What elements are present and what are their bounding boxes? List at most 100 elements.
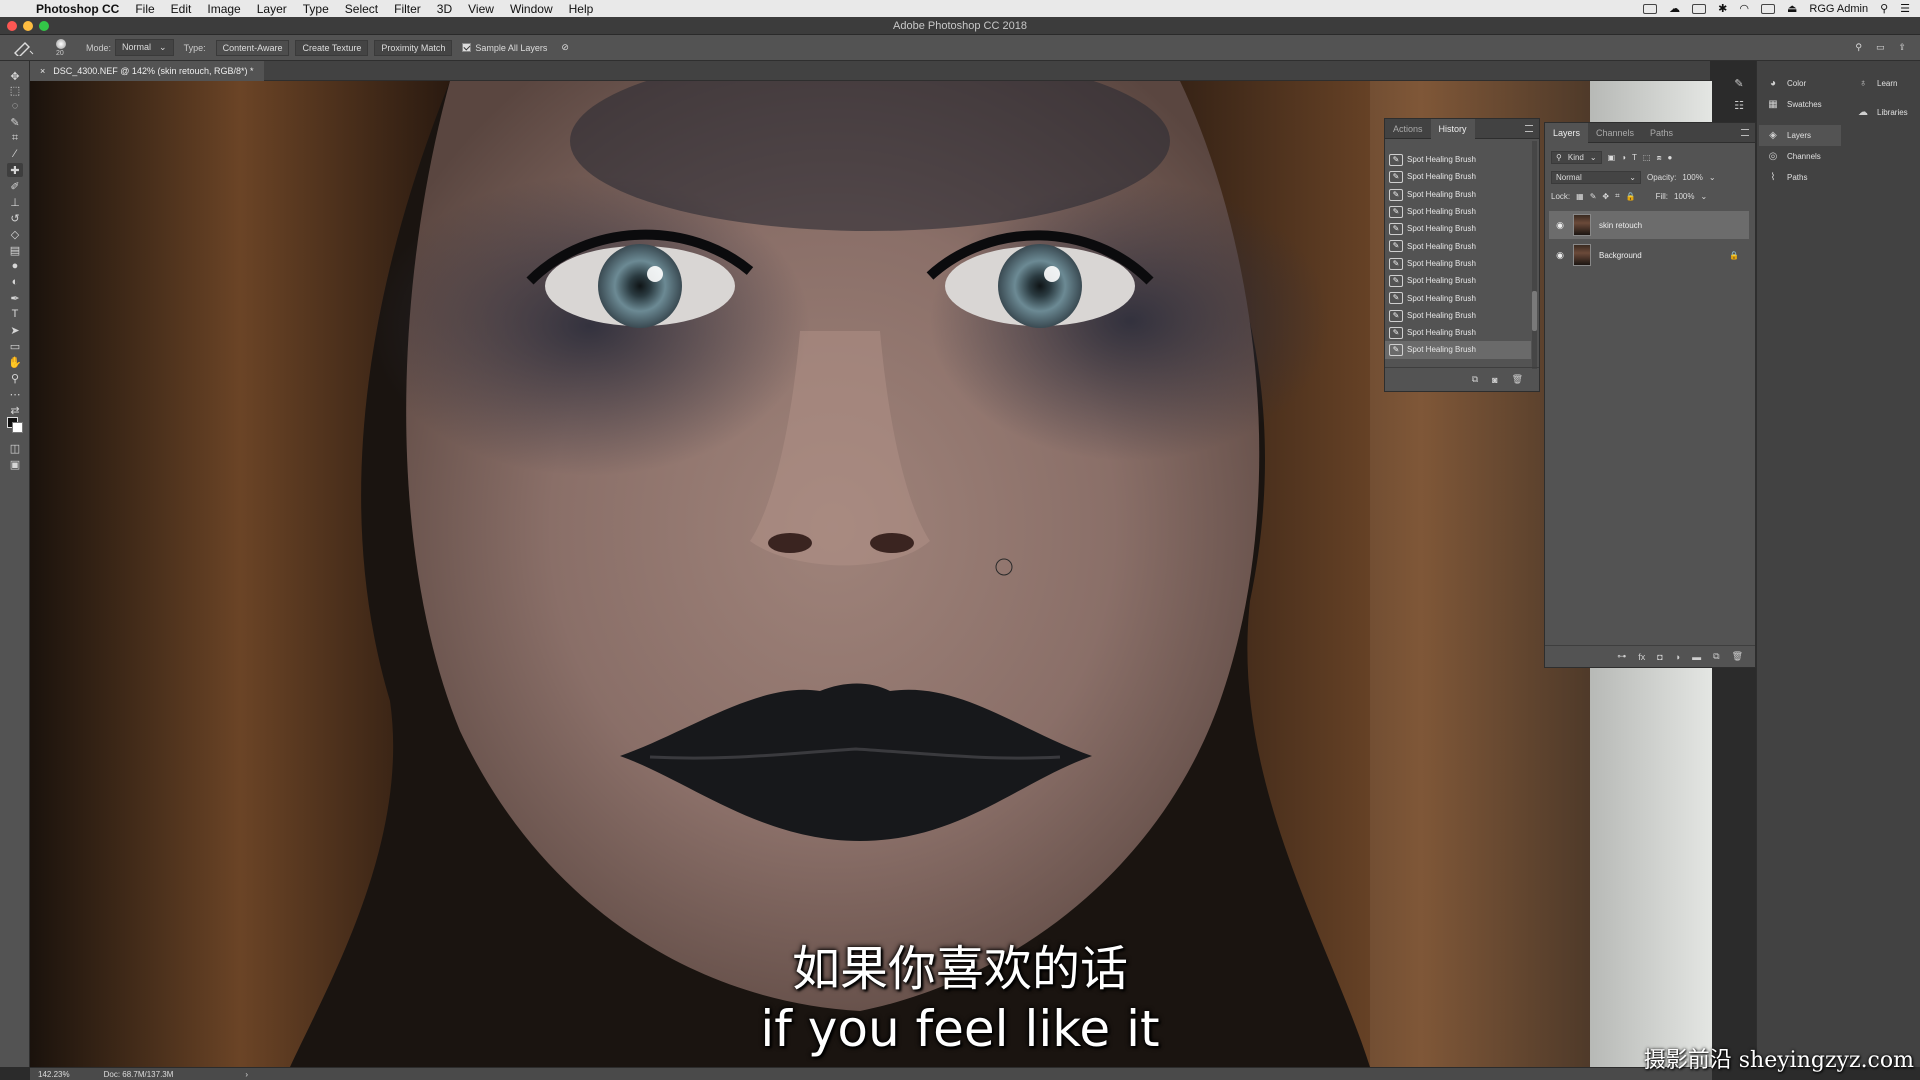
history-item[interactable]: ✎ Spot Healing Brush bbox=[1385, 324, 1531, 341]
panel-paths[interactable]: ⌇ Paths bbox=[1759, 167, 1841, 188]
filter-toggle-icon[interactable]: ● bbox=[1668, 153, 1673, 162]
panel-layers[interactable]: ◈ Layers bbox=[1759, 125, 1841, 146]
lock-icon[interactable]: 🔒 bbox=[1729, 251, 1739, 260]
tab-history[interactable]: History bbox=[1430, 118, 1475, 139]
brush-size-picker[interactable]: 20 bbox=[48, 37, 76, 59]
workspace-icon[interactable]: ▭ bbox=[1876, 42, 1885, 53]
properties-icon[interactable]: ☷ bbox=[1730, 99, 1748, 117]
dodge-tool-icon[interactable]: ◐ bbox=[7, 275, 23, 289]
history-brush-tool-icon[interactable]: ↺ bbox=[7, 211, 23, 225]
bluetooth-icon[interactable]: ✱ bbox=[1718, 2, 1727, 15]
menu-3d[interactable]: 3D bbox=[437, 2, 452, 16]
menu-image[interactable]: Image bbox=[207, 2, 240, 16]
creative-cloud-icon[interactable]: ☁ bbox=[1669, 2, 1680, 15]
filter-smart-object-icon[interactable]: ⧈ bbox=[1656, 153, 1661, 163]
marquee-tool-icon[interactable]: ⬚ bbox=[7, 83, 23, 97]
panel-channels[interactable]: ◎ Channels bbox=[1759, 146, 1841, 167]
display-status-icon[interactable] bbox=[1692, 3, 1707, 14]
layer-style-fx-icon[interactable]: fx bbox=[1638, 652, 1645, 662]
visibility-eye-icon[interactable]: ◉ bbox=[1553, 250, 1567, 261]
quick-selection-tool-icon[interactable]: ✎ bbox=[7, 115, 23, 129]
pressure-size-icon[interactable]: ⊘ bbox=[561, 42, 569, 53]
new-layer-icon[interactable]: ⧉ bbox=[1713, 651, 1719, 662]
history-item[interactable]: ✎ Spot Healing Brush bbox=[1385, 272, 1531, 289]
panel-menu-icon[interactable] bbox=[1741, 129, 1749, 136]
history-scrollbar[interactable] bbox=[1532, 141, 1537, 369]
panel-color[interactable]: ◕ Color bbox=[1759, 73, 1841, 94]
tab-layers[interactable]: Layers bbox=[1545, 122, 1589, 143]
fill-value[interactable]: 100% bbox=[1674, 192, 1694, 201]
menu-file[interactable]: File bbox=[135, 2, 154, 16]
tab-paths[interactable]: Paths bbox=[1642, 123, 1681, 143]
swap-colors-icon[interactable]: ⇄ bbox=[7, 403, 23, 417]
lock-all-icon[interactable]: 🔒 bbox=[1626, 192, 1636, 201]
menu-select[interactable]: Select bbox=[345, 2, 378, 16]
filter-adjustment-icon[interactable]: ◑ bbox=[1621, 153, 1626, 162]
eject-icon[interactable]: ⏏ bbox=[1787, 2, 1797, 15]
tool-preset-picker[interactable] bbox=[6, 38, 40, 58]
blur-tool-icon[interactable]: ● bbox=[7, 259, 23, 273]
crop-tool-icon[interactable]: ⌗ bbox=[7, 131, 23, 145]
opacity-value[interactable]: 100% bbox=[1682, 173, 1702, 182]
airplay-icon[interactable] bbox=[1760, 3, 1775, 14]
history-item[interactable]: ✎ Spot Healing Brush bbox=[1385, 289, 1531, 306]
history-scroll-thumb[interactable] bbox=[1532, 291, 1537, 331]
filter-shape-icon[interactable]: ⬚ bbox=[1643, 153, 1651, 162]
move-tool-icon[interactable]: ✥ bbox=[7, 69, 23, 83]
lasso-tool-icon[interactable]: ◌ bbox=[7, 99, 23, 113]
adjustment-layer-icon[interactable]: ◑ bbox=[1675, 652, 1680, 662]
document-size[interactable]: Doc: 68.7M/137.3M bbox=[104, 1070, 174, 1079]
history-item-current[interactable]: ✎ Spot Healing Brush bbox=[1385, 341, 1531, 359]
search-icon[interactable]: ⚲ bbox=[1855, 42, 1862, 53]
brush-tool-icon[interactable]: ✐ bbox=[7, 179, 23, 193]
blend-mode-select[interactable]: Normal ⌄ bbox=[1551, 171, 1641, 184]
path-selection-tool-icon[interactable]: ➤ bbox=[7, 323, 23, 337]
status-arrow-icon[interactable]: › bbox=[245, 1070, 248, 1079]
eraser-tool-icon[interactable]: ◇ bbox=[7, 227, 23, 241]
layer-row-background[interactable]: ◉ Background 🔒 bbox=[1549, 241, 1749, 269]
eyedropper-tool-icon[interactable]: ⁄ bbox=[7, 147, 23, 161]
screen-mode-icon[interactable]: ▣ bbox=[7, 457, 23, 471]
app-menu[interactable]: Photoshop CC bbox=[36, 2, 119, 16]
create-texture-button[interactable]: Create Texture bbox=[295, 39, 369, 56]
menu-filter[interactable]: Filter bbox=[394, 2, 421, 16]
minimize-window-button[interactable] bbox=[23, 21, 33, 31]
new-document-from-state-icon[interactable]: ⧉ bbox=[1472, 374, 1478, 385]
panel-learn[interactable]: ♁ Learn bbox=[1849, 73, 1919, 94]
snapshot-camera-icon[interactable]: ◙ bbox=[1492, 375, 1497, 385]
menu-type[interactable]: Type bbox=[303, 2, 329, 16]
history-item[interactable]: ✎ Spot Healing Brush bbox=[1385, 255, 1531, 272]
menu-layer[interactable]: Layer bbox=[257, 2, 287, 16]
type-tool-icon[interactable]: T bbox=[7, 307, 23, 321]
panel-swatches[interactable]: ▦ Swatches bbox=[1759, 94, 1841, 115]
link-layers-icon[interactable]: ⊶ bbox=[1617, 651, 1626, 662]
panel-menu-icon[interactable] bbox=[1525, 125, 1533, 132]
share-icon[interactable]: ⇪ bbox=[1898, 42, 1906, 53]
menu-edit[interactable]: Edit bbox=[171, 2, 192, 16]
new-group-folder-icon[interactable]: ▬ bbox=[1692, 652, 1701, 662]
layer-row-skin-retouch[interactable]: ◉ skin retouch bbox=[1549, 211, 1749, 239]
gradient-tool-icon[interactable]: ▤ bbox=[7, 243, 23, 257]
history-item[interactable]: ✎ Spot Healing Brush bbox=[1385, 307, 1531, 324]
lock-position-icon[interactable]: ✥ bbox=[1602, 192, 1609, 201]
background-color-swatch[interactable] bbox=[12, 422, 23, 433]
user-menu[interactable]: RGG Admin bbox=[1809, 3, 1868, 15]
clone-stamp-tool-icon[interactable]: ⊥ bbox=[7, 195, 23, 209]
mode-select[interactable]: Normal ⌄ bbox=[115, 39, 174, 56]
notification-center-icon[interactable]: ☰ bbox=[1900, 2, 1910, 15]
history-item[interactable]: ✎ Spot Healing Brush bbox=[1385, 186, 1531, 203]
wifi-icon[interactable]: ◠ bbox=[1739, 2, 1749, 15]
content-aware-button[interactable]: Content-Aware bbox=[215, 39, 290, 56]
proximity-match-button[interactable]: Proximity Match bbox=[374, 39, 453, 56]
trash-icon[interactable]: 🗑 bbox=[1732, 651, 1743, 662]
tab-actions[interactable]: Actions bbox=[1385, 119, 1431, 139]
visibility-eye-icon[interactable]: ◉ bbox=[1553, 220, 1567, 231]
history-item[interactable]: ✎ Spot Healing Brush bbox=[1385, 220, 1531, 237]
chevron-down-icon[interactable]: ⌄ bbox=[1701, 192, 1708, 201]
history-item[interactable]: ✎ Spot Healing Brush bbox=[1385, 203, 1531, 220]
menu-help[interactable]: Help bbox=[569, 2, 594, 16]
trash-icon[interactable]: 🗑 bbox=[1512, 374, 1523, 385]
more-tools-icon[interactable]: ⋯ bbox=[7, 387, 23, 401]
hand-tool-icon[interactable]: ✋ bbox=[7, 355, 23, 369]
shape-tool-icon[interactable]: ▭ bbox=[7, 339, 23, 353]
